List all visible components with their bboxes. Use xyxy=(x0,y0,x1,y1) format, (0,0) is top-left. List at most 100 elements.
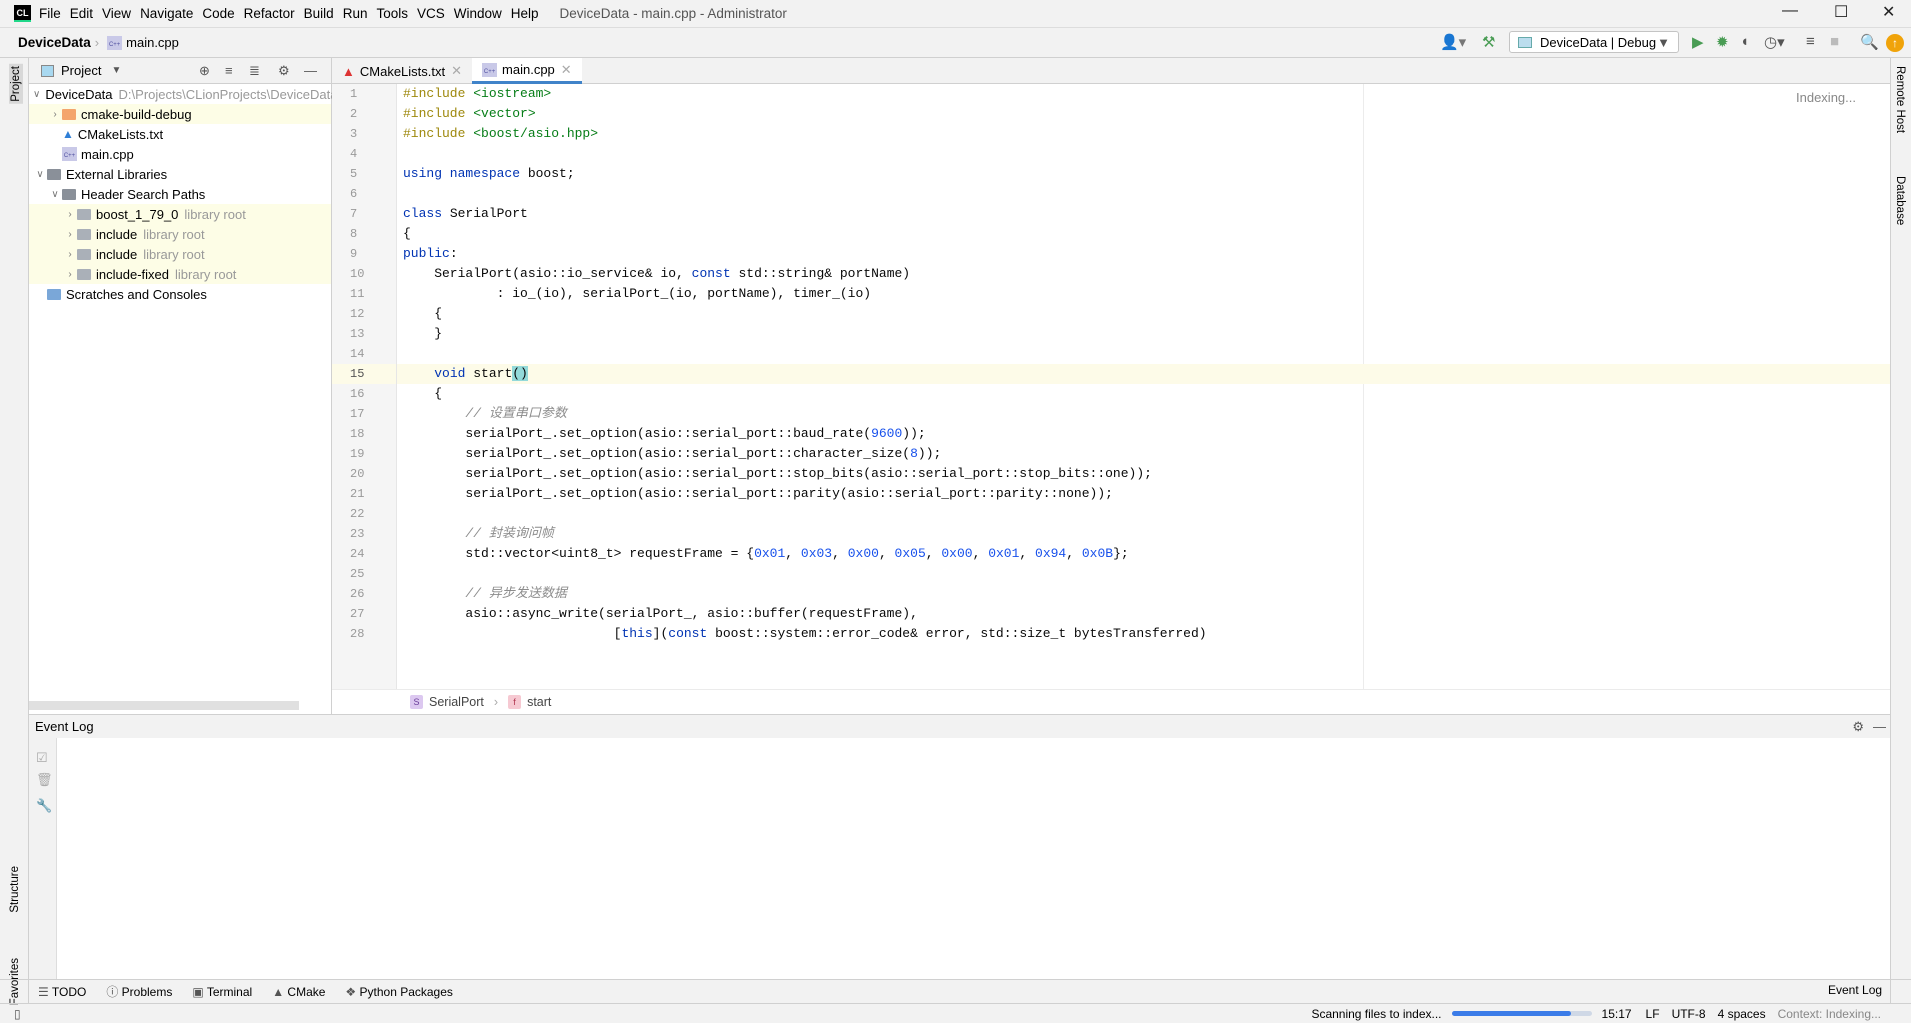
indent-setting[interactable]: 4 spaces xyxy=(1718,1007,1766,1021)
close-button[interactable]: ✕ xyxy=(1882,2,1895,22)
maximize-button[interactable]: ☐ xyxy=(1834,2,1848,22)
line-separator[interactable]: LF xyxy=(1646,1007,1660,1021)
context-label[interactable]: Context: Indexing... xyxy=(1778,1007,1881,1021)
menu-build[interactable]: Build xyxy=(304,6,334,21)
tab-cmakelists-txt[interactable]: ▲ CMakeLists.txt ✕ xyxy=(332,58,472,84)
trash-icon[interactable]: 🗑 xyxy=(36,772,56,788)
tree-item[interactable]: ∨ External Libraries xyxy=(29,164,331,184)
project-view-select[interactable]: Project xyxy=(61,63,101,78)
update-icon[interactable]: ↑ xyxy=(1886,34,1904,52)
profile-icon[interactable]: ◷▾ xyxy=(1764,33,1785,51)
chevron-down-icon[interactable]: ∨ xyxy=(33,89,40,100)
breadcrumb-function[interactable]: start xyxy=(527,695,551,709)
menu-refactor[interactable]: Refactor xyxy=(244,6,295,21)
locate-icon[interactable]: ⊕ xyxy=(199,63,210,79)
code-line[interactable]: serialPort_.set_option(asio::serial_port… xyxy=(397,464,1890,484)
toolwindow-problems[interactable]: ⓘ Problems xyxy=(106,983,172,1000)
tree-item[interactable]: ∨ Header Search Paths xyxy=(29,184,331,204)
menu-edit[interactable]: Edit xyxy=(70,6,93,21)
code-line[interactable]: : io_(io), serialPort_(io, portName), ti… xyxy=(397,284,1890,304)
caret-position[interactable]: 15:17 xyxy=(1602,1007,1632,1021)
code-line[interactable]: { xyxy=(397,304,1890,324)
code-line[interactable]: asio::async_write(serialPort_, asio::buf… xyxy=(397,604,1890,624)
horizontal-scrollbar[interactable] xyxy=(29,701,299,710)
tab-remote-host[interactable]: Remote Host xyxy=(1894,66,1906,133)
toggle-tool-windows-icon[interactable]: ▯ xyxy=(14,1007,21,1021)
code-editor[interactable]: 1 2 3 4 5 6 7 8 9 10 11 12 13 14 15 16 17 18 19 20 21 22 23 24 2… xyxy=(332,84,1890,689)
menu-tools[interactable]: Tools xyxy=(376,6,408,21)
code-line[interactable]: { xyxy=(397,224,1890,244)
chevron-right-icon[interactable]: › xyxy=(63,269,77,280)
code-line[interactable] xyxy=(397,564,1890,584)
hide-icon[interactable]: — xyxy=(1873,719,1886,734)
debug-icon[interactable]: ✹ xyxy=(1716,33,1729,51)
gear-icon[interactable]: ⚙ xyxy=(1852,719,1864,735)
menu-code[interactable]: Code xyxy=(202,6,234,21)
code-line[interactable]: } xyxy=(397,324,1890,344)
toolwindow-python-packages[interactable]: ❖ Python Packages xyxy=(345,985,453,999)
tree-item[interactable]: › include library root xyxy=(29,244,331,264)
close-tab-icon[interactable]: ✕ xyxy=(451,63,462,79)
code-line[interactable]: serialPort_.set_option(asio::serial_port… xyxy=(397,484,1890,504)
code-line[interactable] xyxy=(397,504,1890,524)
code-line[interactable]: using namespace boost; xyxy=(397,164,1890,184)
toolwindow-cmake[interactable]: ▲ CMake xyxy=(272,985,325,999)
code-line[interactable]: [this](const boost::system::error_code& … xyxy=(397,624,1890,644)
tree-item[interactable]: › include library root xyxy=(29,224,331,244)
code-line[interactable] xyxy=(397,184,1890,204)
menu-vcs[interactable]: VCS xyxy=(417,6,445,21)
gear-icon[interactable]: ⚙ xyxy=(278,63,290,79)
tree-item[interactable]: › include-fixed library root xyxy=(29,264,331,284)
code-line[interactable]: std::vector<uint8_t> requestFrame = {0x0… xyxy=(397,544,1890,564)
attach-icon[interactable]: ≡ xyxy=(1806,33,1815,50)
code-line[interactable]: public: xyxy=(397,244,1890,264)
code-line[interactable]: // 封装询问帧 xyxy=(397,524,1890,544)
tab-main-cpp[interactable]: C++ main.cpp ✕ xyxy=(472,58,582,84)
run-configuration-select[interactable]: DeviceData | Debug ▼ xyxy=(1509,31,1679,53)
wrench-icon[interactable]: 🔧 xyxy=(36,798,56,814)
code-line[interactable] xyxy=(397,144,1890,164)
event-log-button[interactable]: Event Log xyxy=(1828,983,1882,997)
code-line[interactable]: // 设置串口参数 xyxy=(397,404,1890,424)
menu-view[interactable]: View xyxy=(102,6,131,21)
hide-icon[interactable]: — xyxy=(304,63,317,78)
coverage-icon[interactable]: ◖ xyxy=(1740,33,1749,50)
build-hammer-icon[interactable]: ⚒ xyxy=(1482,33,1495,51)
run-icon[interactable]: ▶ xyxy=(1692,33,1704,51)
code-line[interactable]: SerialPort(asio::io_service& io, const s… xyxy=(397,264,1890,284)
chevron-down-icon[interactable]: ∨ xyxy=(33,169,47,180)
menu-run[interactable]: Run xyxy=(343,6,368,21)
menu-window[interactable]: Window xyxy=(454,6,502,21)
chevron-down-icon[interactable]: ▼ xyxy=(111,65,121,76)
tree-item[interactable]: ∨ DeviceData D:\Projects\CLionProjects\Dev… xyxy=(29,84,337,104)
code-line[interactable]: #include <boost/asio.hpp> xyxy=(397,124,1890,144)
close-tab-icon[interactable]: ✕ xyxy=(561,62,572,78)
menu-file[interactable]: File xyxy=(39,6,61,21)
nav-file[interactable]: main.cpp xyxy=(126,35,179,50)
user-icon[interactable]: 👤▾ xyxy=(1440,33,1466,51)
chevron-right-icon[interactable]: › xyxy=(48,109,62,120)
stop-icon[interactable]: ■ xyxy=(1830,33,1839,50)
breadcrumb-class[interactable]: SerialPort xyxy=(429,695,484,709)
code-line[interactable]: class SerialPort xyxy=(397,204,1890,224)
tree-item[interactable]: › cmake-build-debug xyxy=(29,104,331,124)
mark-read-icon[interactable]: ☑ xyxy=(36,750,56,766)
tree-item[interactable]: ▲ CMakeLists.txt xyxy=(29,124,331,144)
file-encoding[interactable]: UTF-8 xyxy=(1672,1007,1706,1021)
code-line[interactable]: serialPort_.set_option(asio::serial_port… xyxy=(397,444,1890,464)
toolwindow-todo[interactable]: ☰ TODO xyxy=(38,985,86,999)
background-task-label[interactable]: Scanning files to index... xyxy=(1311,1007,1441,1021)
code-line[interactable] xyxy=(397,344,1890,364)
collapse-all-icon[interactable]: ≣ xyxy=(249,63,260,79)
tree-item[interactable]: › boost_1_79_0 library root xyxy=(29,204,331,224)
code-line[interactable]: #include <iostream> xyxy=(397,84,1890,104)
search-icon[interactable]: 🔍 xyxy=(1860,33,1879,51)
toolwindow-terminal[interactable]: ▣ Terminal xyxy=(192,985,252,999)
minimize-button[interactable]: — xyxy=(1782,2,1798,20)
tree-item[interactable]: C++ main.cpp xyxy=(29,144,331,164)
code-line[interactable]: #include <vector> xyxy=(397,104,1890,124)
menu-help[interactable]: Help xyxy=(511,6,539,21)
code-line[interactable]: serialPort_.set_option(asio::serial_port… xyxy=(397,424,1890,444)
tab-structure[interactable]: Structure xyxy=(9,866,21,913)
chevron-right-icon[interactable]: › xyxy=(63,249,77,260)
